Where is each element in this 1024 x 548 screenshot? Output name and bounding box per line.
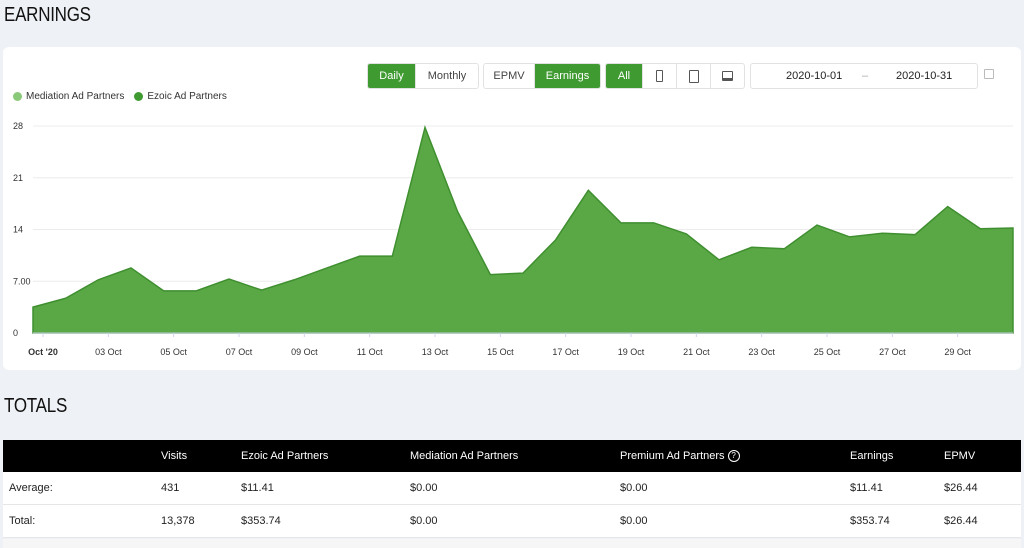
- table-cell: $353.74: [850, 504, 944, 538]
- earnings-chart-card: Daily Monthly EPMV Earnings All 2020-10-…: [3, 47, 1021, 370]
- y-tick-label: 28: [13, 121, 23, 131]
- table-cell: $0.00: [620, 472, 850, 505]
- table-header: Visits Ezoic Ad Partners Mediation Ad Pa…: [3, 440, 1021, 472]
- x-tick-label: 21 Oct: [683, 347, 710, 357]
- x-tick-label: 03 Oct: [95, 347, 122, 357]
- table-cell: Average:: [3, 472, 161, 505]
- premium-label: Premium Ad Partners: [620, 449, 725, 462]
- earnings-area-chart: 0 7.00 14 21 28 Oct '20 03 Oct 05 Oct 07 Oct 09 O…: [13, 121, 1014, 357]
- y-tick-label: 7.00: [13, 276, 31, 286]
- table-cell: Total:: [3, 504, 161, 538]
- y-tick-label: 21: [13, 173, 23, 183]
- table-cell: 13,378: [161, 504, 241, 538]
- x-tick-label: 15 Oct: [487, 347, 514, 357]
- x-tick-label: 05 Oct: [160, 347, 187, 357]
- col-earnings: Earnings: [850, 440, 944, 472]
- col-label: [3, 440, 161, 472]
- table-row: Average: 431 $11.41 $0.00 $0.00 $11.41 $26.44: [3, 472, 1021, 505]
- area-series-ezoic: [32, 125, 1014, 334]
- col-mediation: Mediation Ad Partners: [410, 440, 620, 472]
- table-cell: $0.00: [410, 504, 620, 538]
- totals-table: Visits Ezoic Ad Partners Mediation Ad Pa…: [3, 440, 1021, 538]
- col-epmv: EPMV: [944, 440, 1021, 472]
- table-row: Total: 13,378 $353.74 $0.00 $0.00 $353.74 $26.…: [3, 504, 1021, 538]
- col-visits: Visits: [161, 440, 241, 472]
- col-ezoic: Ezoic Ad Partners: [241, 440, 410, 472]
- table-footer: [3, 539, 1021, 548]
- table-cell: $0.00: [620, 504, 850, 538]
- x-tick-label: 23 Oct: [748, 347, 775, 357]
- x-tick-label: 17 Oct: [552, 347, 579, 357]
- y-tick-label: 0: [13, 328, 18, 338]
- table-cell: $11.41: [241, 472, 410, 505]
- x-tick-label: 29 Oct: [944, 347, 971, 357]
- x-tick-label: 13 Oct: [422, 347, 449, 357]
- x-tick-label: Oct '20: [28, 347, 58, 357]
- table-cell: $26.44: [944, 472, 1021, 505]
- table-cell: $11.41: [850, 472, 944, 505]
- x-tick-label: 07 Oct: [226, 347, 253, 357]
- col-premium: Premium Ad Partners ?: [620, 440, 850, 472]
- y-tick-label: 14: [13, 225, 23, 235]
- table-cell: $0.00: [410, 472, 620, 505]
- table-cell: $353.74: [241, 504, 410, 538]
- x-tick-label: 19 Oct: [618, 347, 645, 357]
- earnings-title: EARNINGS: [4, 4, 91, 26]
- x-tick-label: 09 Oct: [291, 347, 318, 357]
- totals-title: TOTALS: [4, 395, 68, 417]
- table-cell: $26.44: [944, 504, 1021, 538]
- help-icon[interactable]: ?: [727, 450, 740, 463]
- x-tick-label: 25 Oct: [814, 347, 841, 357]
- x-tick-label: 27 Oct: [879, 347, 906, 357]
- x-tick-label: 11 Oct: [357, 347, 383, 357]
- table-cell: 431: [161, 472, 241, 505]
